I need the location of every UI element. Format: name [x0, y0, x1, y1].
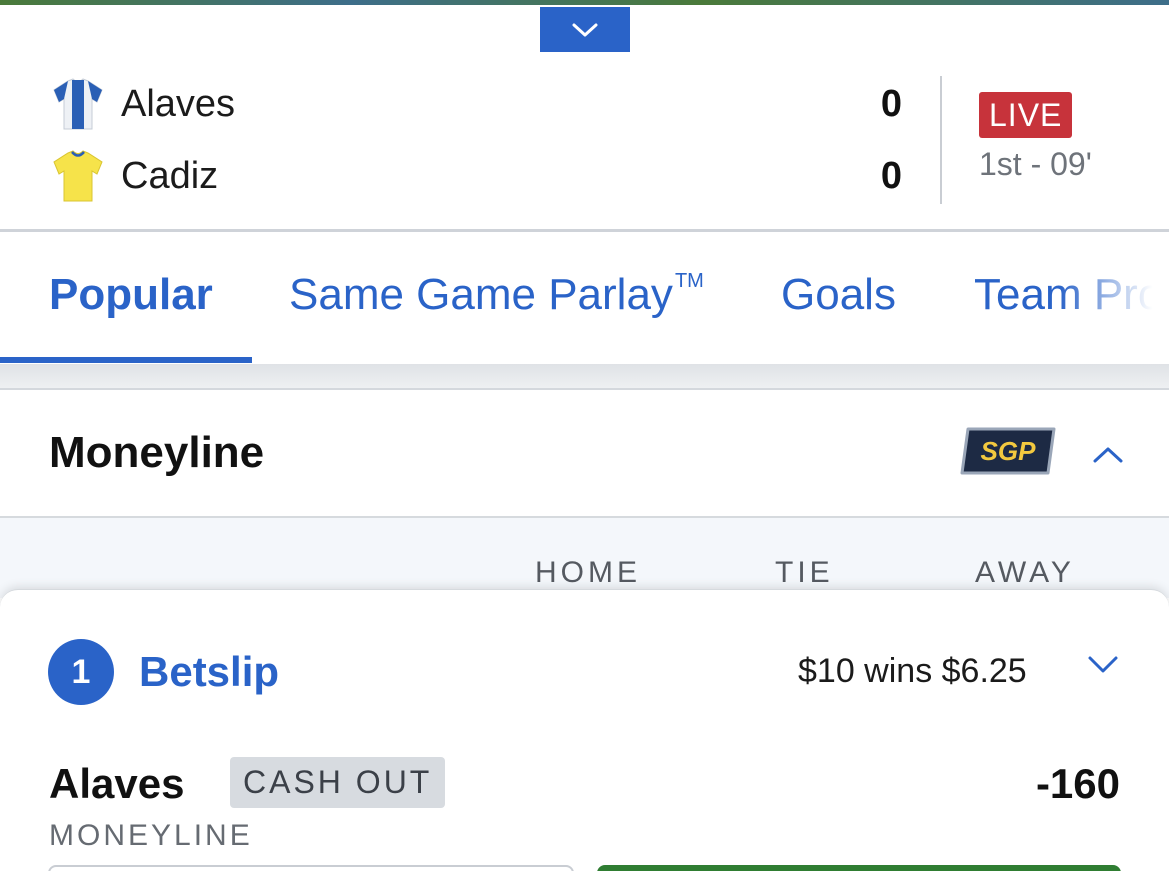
jersey-yellow-icon	[53, 150, 103, 202]
tab-same-game-parlay[interactable]: Same Game Parlay TM	[289, 270, 704, 320]
tabs-separator	[0, 364, 1169, 390]
collapse-scoreboard-button[interactable]	[540, 7, 630, 52]
tab-goals[interactable]: Goals	[781, 270, 896, 320]
tab-popular[interactable]: Popular	[49, 270, 213, 320]
away-team-score: 0	[880, 154, 902, 197]
column-label-home: HOME	[535, 556, 641, 589]
place-bet-button[interactable]	[597, 865, 1121, 871]
sgp-logo-icon: SGP	[960, 427, 1056, 475]
trademark-mark: TM	[674, 270, 704, 292]
home-team-score: 0	[880, 82, 902, 125]
sgp-badge-text: SGP	[981, 436, 1037, 466]
tab-label: Same Game Parlay	[289, 270, 673, 319]
tabs-fade-overlay	[1059, 232, 1169, 364]
betslip-title[interactable]: Betslip	[139, 648, 279, 696]
chevron-down-icon[interactable]	[1086, 652, 1120, 678]
selection-odds: -160	[1035, 760, 1120, 807]
chevron-up-icon[interactable]	[1090, 440, 1126, 468]
away-team-name: Cadiz	[121, 154, 219, 197]
tab-label: Popular	[49, 270, 213, 319]
top-accent-strip	[0, 0, 1169, 5]
market-tabs: Popular Same Game ParlayTM Goals Team Pr…	[0, 232, 1169, 364]
betslip-count-badge: 1	[48, 639, 114, 705]
home-team-name: Alaves	[121, 82, 236, 125]
tab-label: Goals	[781, 270, 896, 319]
home-team-row: Alaves 0	[50, 74, 920, 134]
column-label-away: AWAY	[975, 556, 1075, 589]
column-label-tie: TIE	[775, 556, 834, 589]
betslip-summary: $10 wins $6.25	[798, 652, 1027, 690]
live-badge: LIVE	[979, 92, 1073, 138]
betslip-panel: 1 Betslip $10 wins $6.25 Alaves CASH OUT…	[0, 589, 1169, 871]
jersey-blue-white-icon	[53, 78, 103, 130]
market-title: Moneyline	[49, 428, 265, 477]
active-tab-indicator	[0, 357, 252, 363]
cash-out-badge: CASH OUT	[230, 757, 446, 808]
match-clock: 1st - 09'	[979, 146, 1092, 182]
wager-input[interactable]	[48, 865, 574, 871]
selection-name: Alaves	[49, 760, 185, 807]
score-divider	[940, 76, 942, 204]
selection-market: MONEYLINE	[49, 819, 253, 852]
chevron-down-icon	[572, 23, 598, 36]
sgp-badge[interactable]: SGP	[958, 425, 1058, 477]
away-team-row: Cadiz 0	[50, 146, 920, 206]
